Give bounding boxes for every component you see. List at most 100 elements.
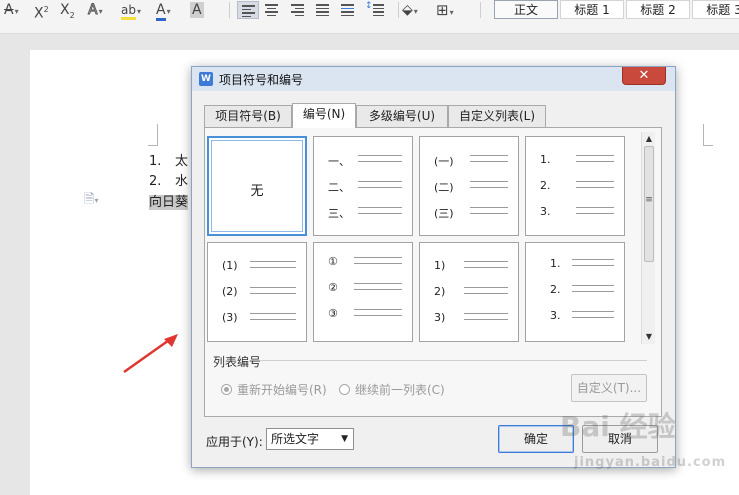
numbering-option-half-paren[interactable]: 1) 2) 3) (419, 242, 519, 342)
number-marker: 3. (550, 309, 561, 322)
tab-multilevel[interactable]: 多级编号(U) (356, 105, 448, 127)
number-marker: (2) (222, 285, 238, 298)
chevron-down-icon: ▼ (341, 434, 348, 444)
red-arrow-annotation (123, 334, 178, 374)
continue-list-label: 继续前一列表(C) (355, 383, 445, 397)
border-grid-icon: ⊞ (436, 1, 449, 19)
number-marker: ② (328, 281, 338, 294)
none-label: 无 (250, 184, 264, 199)
cancel-button[interactable]: 取消 (582, 425, 658, 453)
numbering-gallery: 无 一、 二、 三、 (一) (二) (三) 1. 2. 3. (1) (2) … (207, 132, 641, 344)
radio-checked-icon (221, 384, 232, 395)
number-marker: 2) (434, 285, 446, 298)
style-heading-3[interactable]: 标题 3 (692, 0, 739, 19)
close-button[interactable]: ✕ (622, 67, 666, 85)
text-effect-button[interactable]: A▾ (88, 0, 103, 20)
align-right-icon (291, 4, 304, 18)
margin-corner-mark (703, 124, 713, 146)
apply-to-value: 所选文字 (271, 432, 320, 446)
scroll-down-arrow-icon[interactable]: ▼ (642, 330, 656, 344)
align-center-button[interactable] (261, 1, 283, 19)
number-marker: 3. (540, 205, 551, 218)
paragraph-layout-icon[interactable]: 🗎▾ (84, 190, 98, 212)
number-marker: (3) (222, 311, 238, 324)
align-center-icon (265, 4, 278, 18)
number-marker: (三) (434, 207, 454, 220)
apply-to-label: 应用于(Y): (206, 435, 263, 449)
line-spacing-button[interactable]: ↕ (364, 1, 394, 19)
subscript-button[interactable]: X2 (60, 0, 75, 20)
borders-button[interactable]: ⊞▾ (436, 0, 454, 20)
close-icon: ✕ (638, 68, 650, 83)
scrollbar-thumb[interactable]: ≡ (644, 146, 654, 262)
number-marker: 1. (550, 257, 561, 270)
number-marker: 三、 (328, 207, 350, 220)
font-effect-button[interactable]: A▾ (4, 0, 19, 20)
dialog-titlebar[interactable]: W 项目符号和编号 ✕ (192, 67, 675, 91)
shading-button[interactable]: ⬙▾ (402, 0, 418, 20)
style-heading-2[interactable]: 标题 2 (626, 0, 690, 19)
list-text: 水 (175, 174, 189, 189)
restart-numbering-label: 重新开始编号(R) (237, 383, 327, 397)
number-marker: 一、 (328, 155, 350, 168)
numbering-option-chinese[interactable]: 一、 二、 三、 (313, 136, 413, 236)
numbering-panel: 无 一、 二、 三、 (一) (二) (三) 1. 2. 3. (1) (2) … (204, 127, 662, 417)
number-marker: ① (328, 255, 338, 268)
paint-bucket-icon: ⬙ (402, 2, 413, 18)
numbering-option-chinese-paren[interactable]: (一) (二) (三) (419, 136, 519, 236)
number-marker: 2. (540, 179, 551, 192)
number-marker: (1) (222, 259, 238, 272)
selected-text-line[interactable]: 向日葵 (149, 191, 189, 210)
selected-text: 向日葵 (149, 195, 189, 210)
number-marker: (二) (434, 181, 454, 194)
list-number: 1. (149, 154, 162, 169)
numbering-option-decimal-dot[interactable]: 1. 2. 3. (525, 136, 625, 236)
justify-button[interactable] (312, 1, 334, 19)
list-text: 太 (175, 154, 189, 169)
justify-icon (316, 4, 329, 18)
group-divider (261, 360, 647, 361)
ribbon-toolbar: A▾ X2 X2 A▾ ab▾ A▾ A ↕ ⬙▾ ⊞▾ 正文 标题 1 标题 … (0, 0, 739, 34)
font-color-button[interactable]: A▾ (156, 0, 171, 21)
superscript-button[interactable]: X2 (34, 0, 49, 22)
restart-numbering-radio[interactable]: 重新开始编号(R) (221, 381, 327, 398)
style-heading-1[interactable]: 标题 1 (560, 0, 624, 19)
list-item[interactable]: 2. 水 (149, 170, 188, 189)
number-marker: 1) (434, 259, 446, 272)
align-left-button[interactable] (237, 1, 259, 19)
number-marker: 2. (550, 283, 561, 296)
tab-custom-list[interactable]: 自定义列表(L) (448, 105, 546, 127)
number-marker: 3) (434, 311, 446, 324)
list-item[interactable]: 1. 太 (149, 150, 188, 169)
distribute-button[interactable] (337, 1, 359, 19)
scroll-up-arrow-icon[interactable]: ▲ (642, 132, 656, 146)
char-shading-button[interactable]: A (190, 0, 204, 20)
apply-to-select[interactable]: 所选文字 ▼ (266, 428, 354, 450)
numbering-option-none[interactable]: 无 (207, 136, 307, 236)
list-number: 2. (149, 174, 162, 189)
tab-numbering[interactable]: 编号(N) (292, 103, 356, 128)
tab-bullets[interactable]: 项目符号(B) (204, 105, 292, 127)
align-right-button[interactable] (287, 1, 309, 19)
dialog-title: 项目符号和编号 (219, 73, 304, 87)
ribbon-separator (480, 2, 481, 18)
customize-button[interactable]: 自定义(T)... (571, 374, 647, 402)
grip-icon: ≡ (645, 195, 653, 205)
ribbon-separator (398, 2, 399, 18)
list-numbering-label: 列表编号 (213, 355, 262, 369)
gallery-scrollbar[interactable]: ▲ ≡ ▼ (641, 132, 655, 344)
align-left-icon (242, 5, 255, 19)
ribbon-separator (229, 2, 230, 18)
number-marker: 二、 (328, 181, 350, 194)
radio-unchecked-icon (339, 384, 350, 395)
ok-button[interactable]: 确定 (498, 425, 574, 453)
numbering-option-decimal-paren[interactable]: (1) (2) (3) (207, 242, 307, 342)
numbering-option-decimal-indented[interactable]: 1. 2. 3. (525, 242, 625, 342)
number-marker: 1. (540, 153, 551, 166)
wps-writer-icon: W (199, 72, 213, 86)
continue-list-radio[interactable]: 继续前一列表(C) (339, 381, 445, 398)
highlight-button[interactable]: ab▾ (121, 0, 141, 20)
numbering-option-circled[interactable]: ① ② ③ (313, 242, 413, 342)
number-marker: ③ (328, 307, 338, 320)
style-normal[interactable]: 正文 (494, 0, 558, 19)
